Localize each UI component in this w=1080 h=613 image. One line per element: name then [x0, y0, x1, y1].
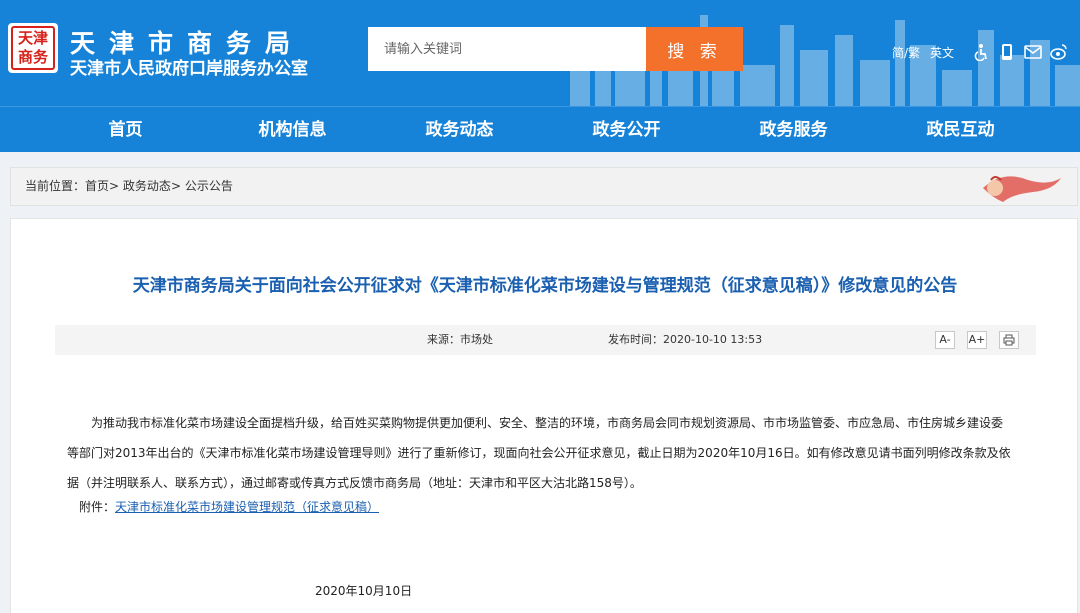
breadcrumb-separator: >	[109, 179, 120, 193]
tianjin-commerce-emblem[interactable]: 天津商务	[8, 23, 58, 73]
english-link[interactable]: 英文	[930, 44, 954, 61]
site-header: 天津商务 天津市商务局 天津市人民政府口岸服务办公室 搜 索 简/繁 英文	[0, 0, 1080, 106]
nav-item-interaction[interactable]: 政民互动	[877, 107, 1044, 153]
font-larger-button[interactable]: A+	[967, 331, 987, 349]
nav-item-home[interactable]: 首页	[42, 107, 209, 153]
main-nav: 首页 机构信息 政务动态 政务公开 政务服务 政民互动	[0, 106, 1080, 152]
attachment-label: 附件：	[79, 500, 116, 514]
breadcrumb: 当前位置：首页> 政务动态> 公示公告	[10, 167, 1078, 206]
body-line: 等部门对2013年出台的《天津市标准化菜市场建设管理导则》进行了重新修订，现面向…	[67, 446, 1011, 460]
site-subtitle: 天津市人民政府口岸服务办公室	[70, 59, 308, 79]
article-body: 为推动我市标准化菜市场建设全面提档升级，给百姓买菜购物提供更加便利、安全、整洁的…	[67, 408, 1032, 498]
article-publish-time: 发布时间：2020-10-10 13:53	[608, 333, 763, 346]
nav-item-services[interactable]: 政务服务	[710, 107, 877, 153]
print-button[interactable]	[999, 331, 1019, 349]
breadcrumb-news[interactable]: 政务动态	[123, 179, 171, 193]
nav-item-news[interactable]: 政务动态	[376, 107, 543, 153]
body-line: 为推动我市标准化菜市场建设全面提档升级，给百姓买菜购物提供更加便利、安全、整洁的…	[91, 416, 1004, 430]
mail-icon[interactable]	[1024, 43, 1042, 61]
nav-item-organization[interactable]: 机构信息	[209, 107, 376, 153]
article-panel: 天津市商务局关于面向社会公开征求对《天津市标准化菜市场建设与管理规范（征求意见稿…	[10, 218, 1078, 613]
header-tools: 简/繁 英文	[892, 40, 1068, 64]
weibo-icon[interactable]	[1050, 43, 1068, 61]
breadcrumb-home[interactable]: 首页	[85, 179, 109, 193]
sign-date: 2020年10月10日	[315, 584, 413, 598]
emblem-seal: 天津商务	[11, 26, 55, 70]
article-meta-bar: 来源：市场处 发布时间：2020-10-10 13:53 A- A+	[55, 325, 1036, 355]
accessibility-icon[interactable]	[972, 43, 990, 61]
breadcrumb-notices[interactable]: 公示公告	[185, 179, 233, 193]
breadcrumb-prefix: 当前位置：	[25, 179, 86, 193]
search-input[interactable]	[368, 27, 646, 71]
ribbon-decoration-icon	[983, 176, 1061, 202]
mobile-icon[interactable]	[998, 43, 1016, 61]
breadcrumb-separator: >	[170, 179, 181, 193]
attachment-row: 附件：天津市标准化菜市场建设管理规范（征求意见稿）	[79, 494, 379, 520]
article-source: 来源：市场处	[427, 333, 493, 346]
print-icon	[1003, 334, 1015, 346]
article-title: 天津市商务局关于面向社会公开征求对《天津市标准化菜市场建设与管理规范（征求意见稿…	[132, 276, 958, 296]
search-button[interactable]: 搜 索	[646, 27, 743, 71]
font-smaller-button[interactable]: A-	[935, 331, 955, 349]
simple-traditional-toggle[interactable]: 简/繁	[892, 44, 920, 61]
attachment-link[interactable]: 天津市标准化菜市场建设管理规范（征求意见稿）	[115, 500, 379, 514]
nav-item-public-affairs[interactable]: 政务公开	[543, 107, 710, 153]
